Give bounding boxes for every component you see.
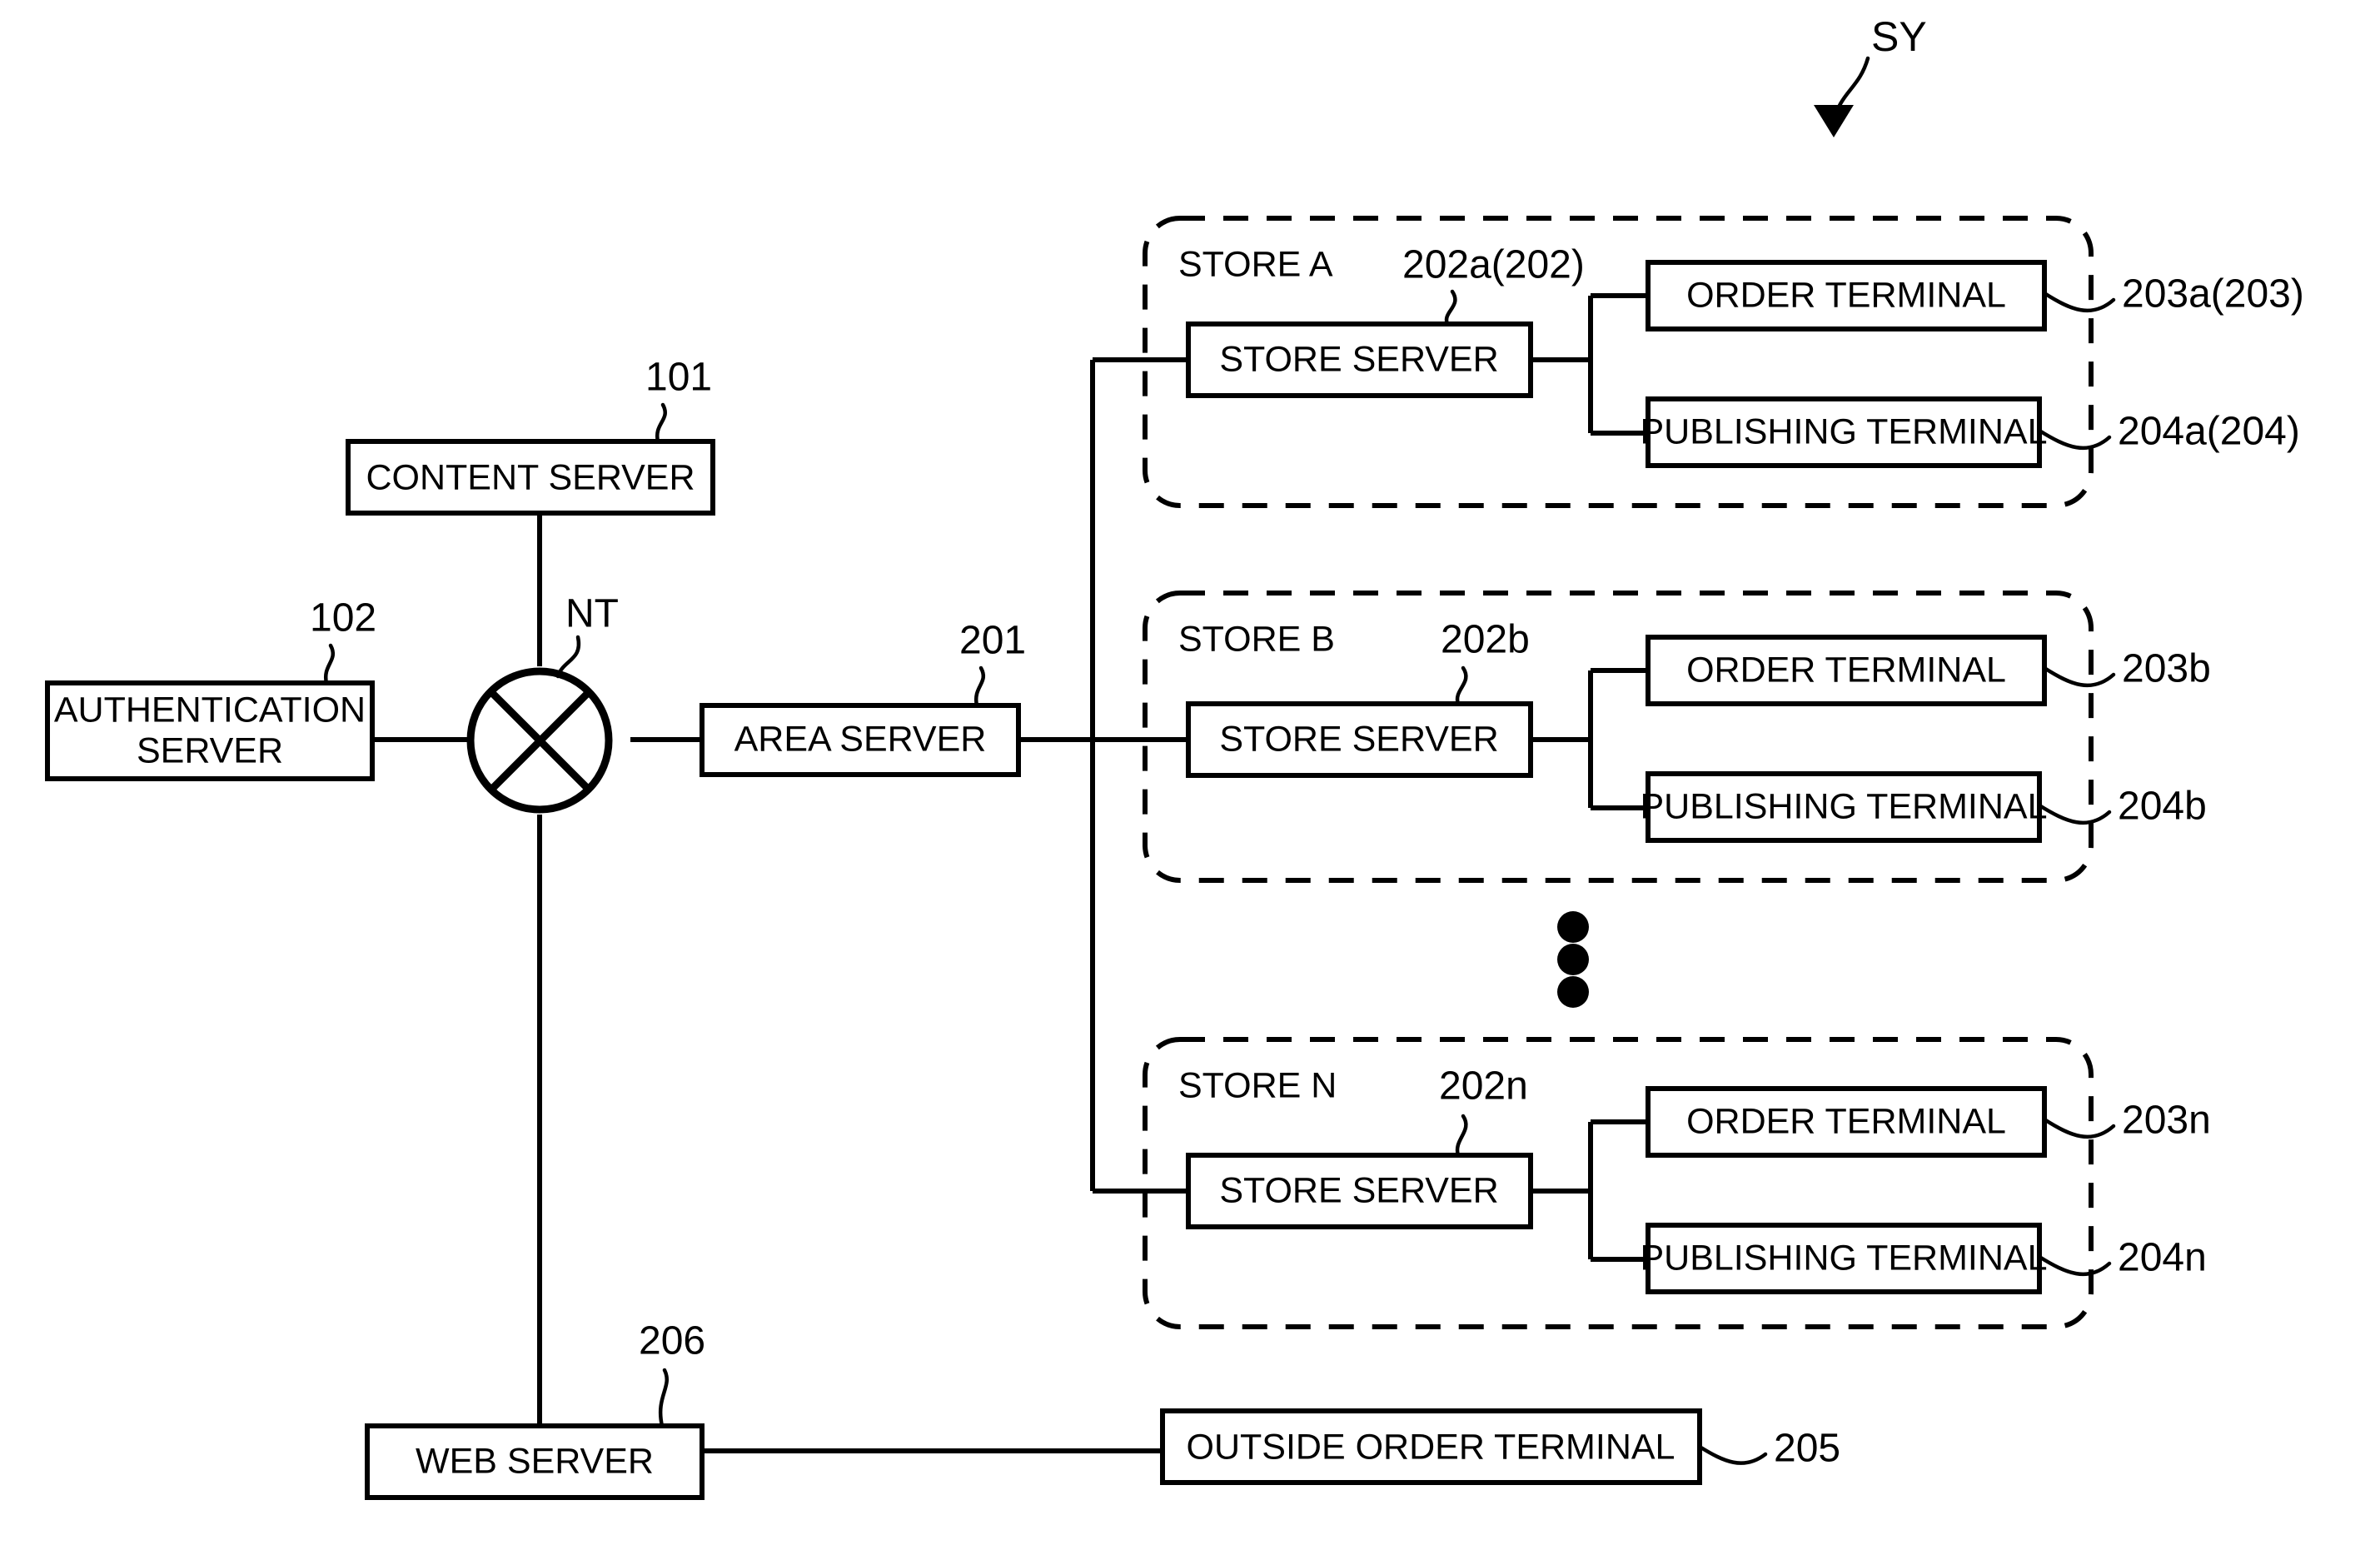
store-a-order-terminal[interactable]: ORDER TERMINAL 203a(203): [1646, 260, 2304, 331]
authentication-server-ref: 102: [310, 596, 376, 640]
store-a-server-leader-line: [1444, 289, 1457, 326]
store-list-ellipsis: [1557, 911, 1589, 1008]
store-a-publishing-terminal-label: PUBLISHING TERMINAL: [1640, 411, 2047, 451]
content-server-label: CONTENT SERVER: [366, 457, 695, 497]
store-a-order-terminal-leader-line: [2042, 291, 2116, 313]
outside-order-terminal-leader-line: [1697, 1444, 1768, 1465]
store-b-publishing-terminal-leader-line: [2037, 803, 2112, 825]
area-server-label: AREA SERVER: [734, 719, 987, 759]
ellipsis-dot-2: [1557, 944, 1589, 975]
system-label: SY: [1871, 13, 1927, 60]
store-a-publishing-terminal[interactable]: PUBLISHING TERMINAL 204a(204): [1640, 396, 2300, 468]
system-pointer: SY: [1814, 13, 1927, 137]
store-group-b: STORE B STORE SERVER 202b ORDER TERMINAL…: [1143, 591, 2211, 883]
store-n-order-terminal-leader-line: [2042, 1117, 2116, 1139]
store-n-order-terminal-label: ORDER TERMINAL: [1686, 1101, 2006, 1141]
store-n-publishing-terminal-ref: 204n: [2118, 1236, 2207, 1280]
store-group-n: STORE N STORE SERVER 202n ORDER TERMINAL…: [1143, 1037, 2211, 1329]
store-b-server-label: STORE SERVER: [1219, 719, 1498, 759]
store-b-order-terminal-ref: 203b: [2122, 647, 2211, 691]
store-b-name: STORE B: [1178, 619, 1335, 659]
store-n-order-terminal[interactable]: ORDER TERMINAL 203n: [1646, 1086, 2211, 1158]
store-b-server-leader-line: [1455, 665, 1468, 706]
store-n-server-leader-line: [1455, 1114, 1468, 1158]
store-b-order-terminal-leader-line: [2042, 665, 2116, 688]
authentication-server-label-line1: AUTHENTICATION: [54, 690, 366, 730]
network-hub: NT: [466, 592, 619, 814]
store-n-publishing-terminal[interactable]: PUBLISHING TERMINAL 204n: [1640, 1223, 2207, 1294]
area-server-ref: 201: [959, 619, 1026, 663]
outside-order-terminal-label: OUTSIDE ORDER TERMINAL: [1187, 1427, 1675, 1467]
store-n-order-terminal-ref: 203n: [2122, 1099, 2211, 1143]
area-server-node[interactable]: AREA SERVER 201: [700, 619, 1026, 777]
connection-wires: [372, 357, 1188, 1453]
store-b-publishing-terminal-ref: 204b: [2118, 785, 2207, 829]
store-a-name: STORE A: [1178, 244, 1333, 284]
outside-order-terminal-node[interactable]: OUTSIDE ORDER TERMINAL 205: [1160, 1408, 1840, 1485]
store-n-publishing-terminal-leader-line: [2037, 1254, 2112, 1277]
store-b-order-terminal-label: ORDER TERMINAL: [1686, 650, 2006, 690]
store-a-publishing-terminal-ref: 204a(204): [2118, 410, 2300, 454]
store-a-server-label: STORE SERVER: [1219, 339, 1498, 379]
store-b-publishing-terminal-label: PUBLISHING TERMINAL: [1640, 786, 2047, 826]
outside-order-terminal-ref: 205: [1774, 1427, 1840, 1471]
store-n-server-label: STORE SERVER: [1219, 1170, 1498, 1210]
area-server-leader-line: [973, 665, 986, 708]
network-leader-line: [555, 635, 581, 679]
network-label: NT: [565, 592, 619, 636]
system-architecture-diagram: SY NT CONTENT SERVER 101 AUTHENTICATION …: [45, 13, 2304, 1500]
store-b-publishing-terminal[interactable]: PUBLISHING TERMINAL 204b: [1640, 771, 2207, 843]
authentication-server-label-line2: SERVER: [137, 730, 283, 770]
store-group-a: STORE A STORE SERVER 202a(202) ORDER TER…: [1143, 216, 2304, 508]
store-a-order-terminal-ref: 203a(203): [2122, 272, 2304, 316]
store-a-server-ref: 202a(202): [1402, 243, 1585, 287]
web-server-node[interactable]: WEB SERVER 206: [365, 1319, 705, 1500]
store-n-name: STORE N: [1178, 1065, 1337, 1105]
content-server-node[interactable]: CONTENT SERVER 101: [346, 356, 715, 516]
store-n-server-ref: 202n: [1439, 1064, 1528, 1109]
ellipsis-dot-3: [1557, 976, 1589, 1008]
store-b-order-terminal[interactable]: ORDER TERMINAL 203b: [1646, 635, 2211, 706]
authentication-server-leader-line: [323, 643, 335, 685]
authentication-server-node[interactable]: AUTHENTICATION SERVER 102: [45, 596, 376, 781]
system-arrow-head: [1814, 105, 1854, 137]
web-server-leader-line: [658, 1368, 669, 1428]
content-server-leader-line: [655, 402, 667, 444]
store-b-server-ref: 202b: [1441, 618, 1530, 662]
store-a-order-terminal-label: ORDER TERMINAL: [1686, 275, 2006, 315]
store-n-publishing-terminal-label: PUBLISHING TERMINAL: [1640, 1238, 2047, 1278]
web-server-label: WEB SERVER: [416, 1441, 654, 1481]
content-server-ref: 101: [645, 356, 712, 400]
store-a-publishing-terminal-leader-line: [2037, 428, 2112, 451]
patent-figure-canvas: SY NT CONTENT SERVER 101 AUTHENTICATION …: [0, 0, 2380, 1545]
web-server-ref: 206: [639, 1319, 705, 1363]
ellipsis-dot-1: [1557, 911, 1589, 943]
